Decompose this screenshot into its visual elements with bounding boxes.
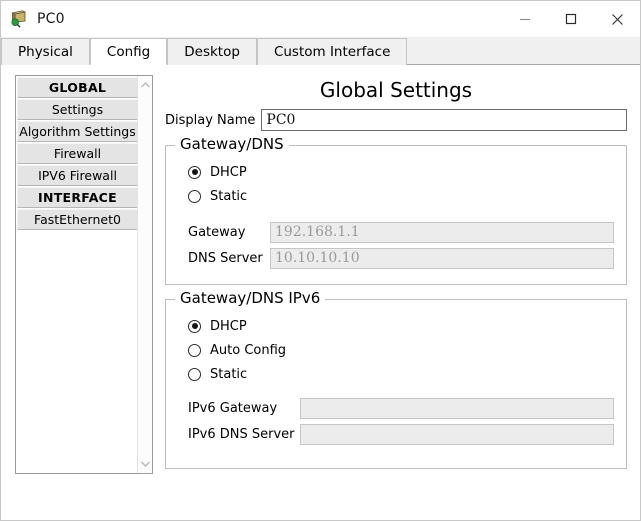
title-bar-left: PC0 (1, 10, 65, 28)
pc-config-window: PC0 Physical Config Desktop Custom Inter… (0, 0, 641, 521)
gateway-dns-option-static[interactable]: Static (178, 184, 614, 208)
tab-desktop[interactable]: Desktop (167, 38, 257, 65)
gateway-dns-ipv6-legend: Gateway/DNS IPv6 (175, 289, 326, 307)
radio-icon-ipv6-dhcp[interactable] (188, 319, 201, 333)
sidebar-item-ipv6-firewall[interactable]: IPV6 Firewall (17, 165, 138, 186)
gateway-field-row: Gateway 192.168.1.1 (178, 220, 614, 244)
display-name-input[interactable]: PC0 (261, 109, 627, 131)
ipv6-gateway-field-row: IPv6 Gateway (178, 396, 614, 420)
gateway-dns-option-dhcp-label: DHCP (210, 164, 247, 180)
sidebar-item-algorithm-settings[interactable]: Algorithm Settings (17, 121, 138, 142)
display-name-row: Display Name PC0 (165, 109, 627, 131)
gateway-dns-option-dhcp[interactable]: DHCP (178, 160, 614, 184)
dns-server-field-row: DNS Server 10.10.10.10 (178, 246, 614, 270)
gateway-dns-option-static-label: Static (210, 188, 248, 204)
tab-physical[interactable]: Physical (1, 38, 90, 65)
close-button[interactable] (594, 1, 640, 37)
title-bar: PC0 (1, 1, 640, 37)
ipv6-gateway-label: IPv6 Gateway (188, 400, 278, 416)
minimize-button[interactable] (502, 1, 548, 37)
window-controls (502, 1, 640, 37)
global-settings-panel: Global Settings Display Name PC0 Gateway… (165, 75, 627, 474)
window-body: GLOBAL Settings Algorithm Settings Firew… (1, 65, 640, 520)
chevron-up-icon[interactable] (138, 77, 152, 93)
radio-icon-ipv6-auto-config[interactable] (188, 343, 201, 357)
gateway-dns-ipv6-option-auto-config-label: Auto Config (210, 342, 287, 358)
sidebar-scrollbar[interactable] (137, 76, 152, 473)
sidebar-header-interface: INTERFACE (17, 187, 138, 208)
ipv6-dns-server-input[interactable] (300, 423, 614, 445)
gateway-dns-ipv6-option-static[interactable]: Static (178, 362, 614, 386)
ipv6-gateway-input[interactable] (300, 397, 614, 419)
dns-server-label: DNS Server (188, 250, 263, 266)
gateway-dns-legend: Gateway/DNS (175, 135, 289, 153)
settings-sidebar: GLOBAL Settings Algorithm Settings Firew… (15, 75, 153, 474)
window-title: PC0 (37, 11, 65, 27)
sidebar-item-firewall[interactable]: Firewall (17, 143, 138, 164)
pc-device-icon (11, 10, 29, 28)
ipv6-dns-server-label: IPv6 DNS Server (188, 426, 295, 442)
gateway-dns-ipv6-option-dhcp[interactable]: DHCP (178, 314, 614, 338)
radio-icon-static[interactable] (188, 189, 201, 203)
sidebar-header-global: GLOBAL (17, 77, 138, 98)
maximize-button[interactable] (548, 1, 594, 37)
gateway-input[interactable]: 192.168.1.1 (270, 221, 614, 243)
dns-server-input[interactable]: 10.10.10.10 (270, 247, 614, 269)
tab-config[interactable]: Config (89, 38, 168, 65)
ipv6-dns-server-field-row: IPv6 DNS Server (178, 422, 614, 446)
radio-icon-dhcp[interactable] (188, 165, 201, 179)
gateway-dns-ipv6-group: Gateway/DNS IPv6 DHCP Auto Config Static… (165, 289, 627, 469)
gateway-dns-ipv6-option-dhcp-label: DHCP (210, 318, 247, 334)
sidebar-list: GLOBAL Settings Algorithm Settings Firew… (16, 76, 138, 231)
gateway-dns-ipv6-option-static-label: Static (210, 366, 248, 382)
tab-custom-interface[interactable]: Custom Interface (256, 38, 408, 65)
gateway-dns-group: Gateway/DNS DHCP Static Gateway 192.168.… (165, 135, 627, 285)
tab-bar: Physical Config Desktop Custom Interface (1, 37, 640, 65)
gateway-dns-ipv6-option-auto-config[interactable]: Auto Config (178, 338, 614, 362)
page-title: Global Settings (319, 78, 473, 102)
gateway-label: Gateway (188, 224, 246, 240)
sidebar-item-fastethernet0[interactable]: FastEthernet0 (17, 209, 138, 230)
sidebar-item-settings[interactable]: Settings (17, 99, 138, 120)
chevron-down-icon[interactable] (138, 456, 152, 472)
display-name-label: Display Name (165, 112, 256, 128)
radio-icon-ipv6-static[interactable] (188, 367, 201, 381)
